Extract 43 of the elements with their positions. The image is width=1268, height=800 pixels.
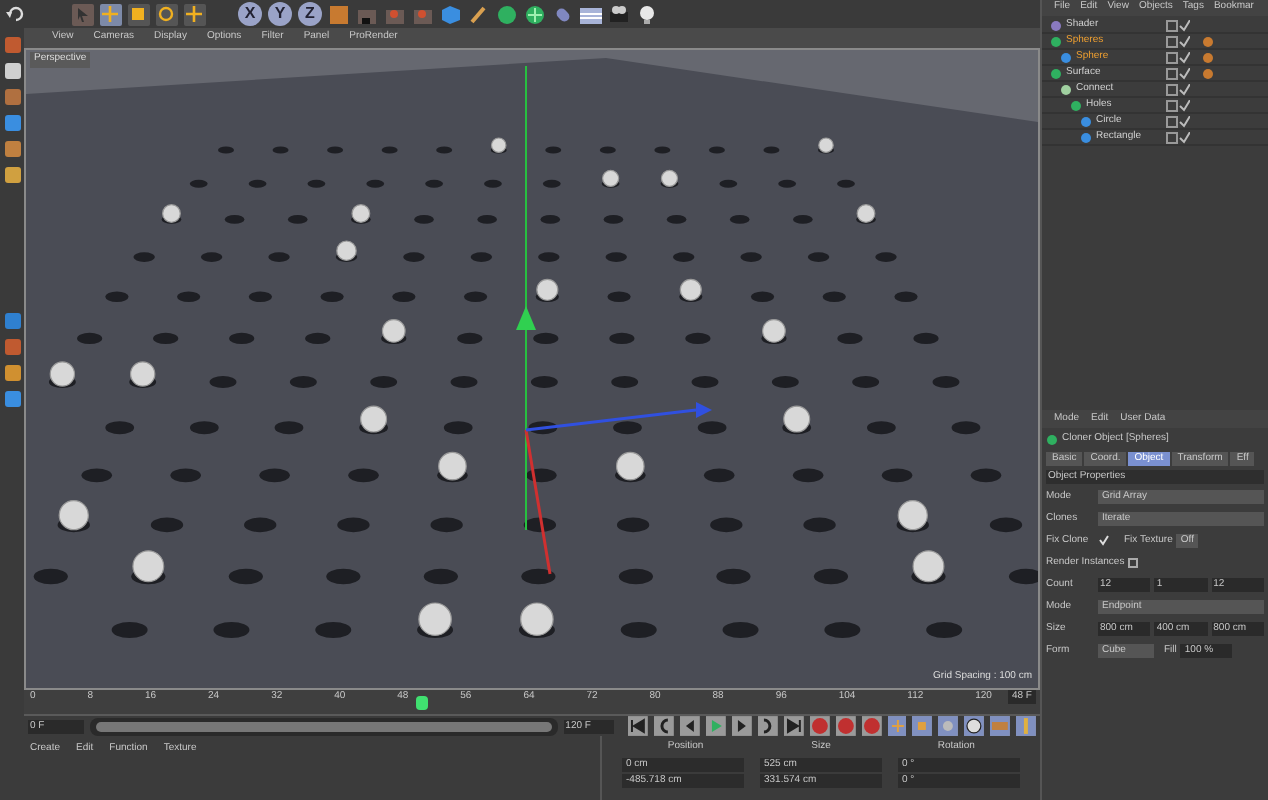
visibility-toggle-icon[interactable] (1166, 99, 1190, 111)
sphere-icon[interactable] (524, 3, 546, 25)
grid-icon[interactable] (580, 3, 602, 25)
scale-key-icon[interactable] (912, 716, 933, 736)
record-icon[interactable] (861, 716, 882, 736)
go-to-end-icon[interactable] (783, 716, 804, 736)
coordinate-system-icon[interactable] (328, 3, 350, 25)
parameter-key-icon[interactable] (964, 716, 985, 736)
pen-icon[interactable] (468, 3, 490, 25)
rotate-icon[interactable] (156, 3, 178, 25)
visibility-toggle-icon[interactable] (1166, 131, 1190, 143)
move-key-icon[interactable] (887, 716, 907, 736)
step-back-icon[interactable] (680, 716, 701, 736)
record-icon[interactable] (809, 716, 830, 736)
visibility-toggle-icon[interactable] (1166, 83, 1190, 95)
go-to-start-icon[interactable] (628, 716, 649, 736)
playhead[interactable] (415, 696, 428, 710)
move-icon[interactable] (184, 3, 206, 25)
visibility-toggle-icon[interactable] (1166, 67, 1190, 79)
axis-lock-button[interactable]: Y (268, 2, 292, 26)
move-icon[interactable] (100, 3, 122, 25)
previous-key-icon[interactable] (654, 716, 675, 736)
point-level-icon[interactable] (990, 716, 1011, 736)
camera-icon[interactable] (608, 3, 630, 25)
play-icon[interactable] (706, 716, 727, 736)
cube-icon[interactable] (128, 3, 150, 25)
cloner-icon[interactable] (1046, 434, 1058, 446)
checkbox[interactable] (1128, 558, 1139, 568)
next-key-icon[interactable] (757, 716, 778, 736)
axis-gizmo-drawing[interactable] (516, 65, 712, 575)
visibility-toggle-icon[interactable] (1166, 35, 1190, 47)
visibility-toggle-icon[interactable] (1166, 115, 1190, 127)
step-forward-icon[interactable] (732, 716, 752, 736)
visibility-toggle-icon[interactable] (1166, 51, 1190, 63)
record-icon[interactable] (835, 716, 856, 736)
light-bulb-icon[interactable] (636, 3, 658, 25)
undo-icon[interactable] (6, 4, 26, 24)
axis-lock-button[interactable]: X (238, 2, 262, 26)
range-slider-handle[interactable] (95, 721, 552, 731)
sphere-icon[interactable] (496, 3, 518, 25)
visibility-toggle-icon[interactable] (1166, 19, 1190, 31)
rotate-key-icon[interactable] (938, 716, 959, 736)
axis-lock-button[interactable]: Z (298, 2, 322, 26)
